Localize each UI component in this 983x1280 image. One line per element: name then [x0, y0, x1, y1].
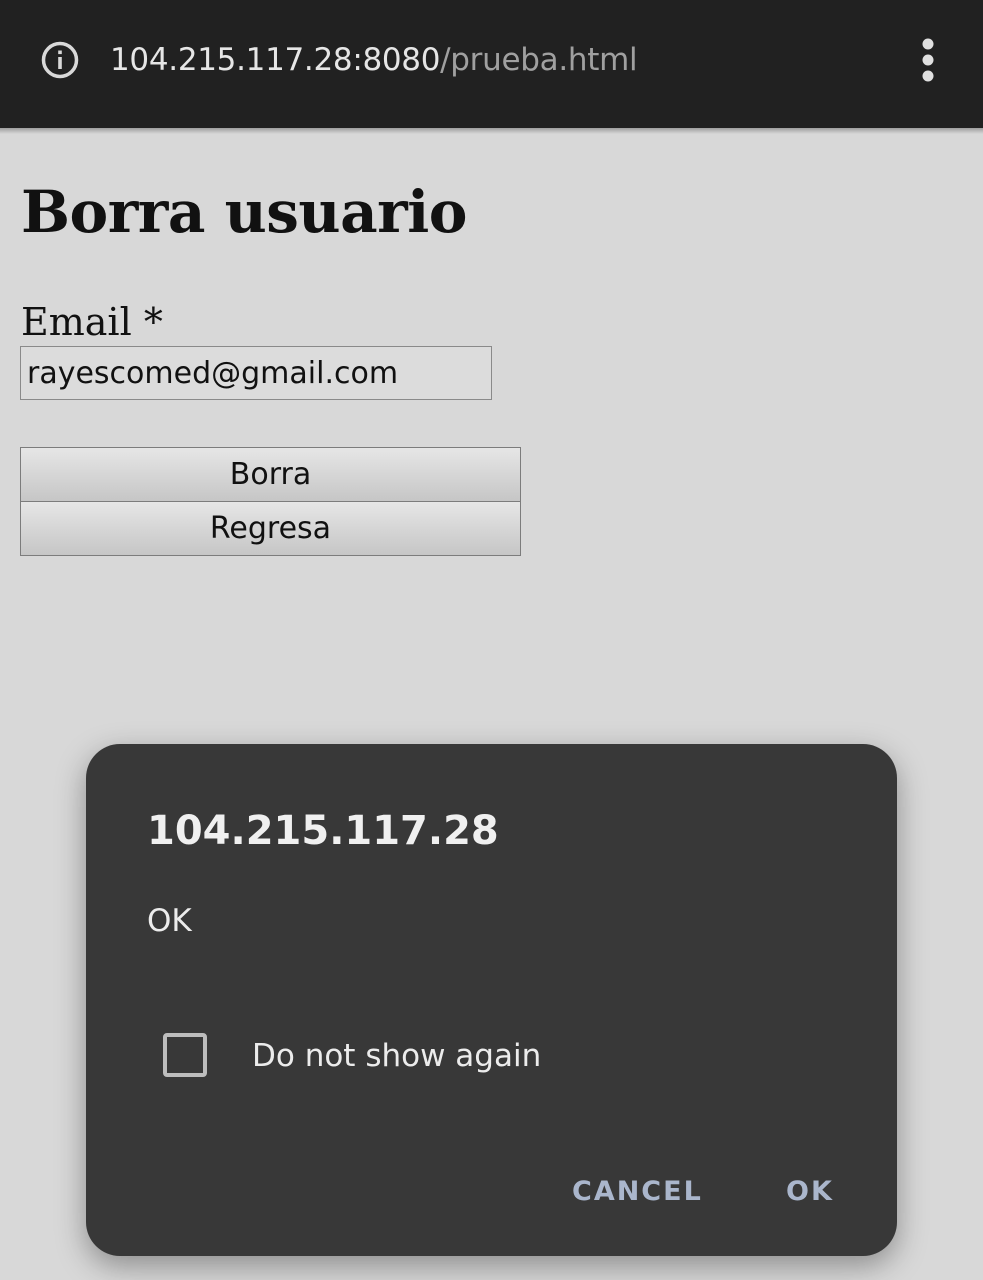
- dialog-message: OK: [147, 903, 192, 939]
- email-input[interactable]: [20, 346, 492, 400]
- info-circle-icon[interactable]: [40, 40, 80, 80]
- delete-button[interactable]: Borra: [20, 447, 521, 502]
- email-label: Email *: [21, 300, 163, 344]
- dialog-title: 104.215.117.28: [147, 808, 499, 854]
- back-button[interactable]: Regresa: [20, 501, 521, 556]
- more-vertical-icon[interactable]: [906, 36, 950, 84]
- url-bar-shadow: [0, 128, 983, 134]
- page-title: Borra usuario: [21, 178, 467, 246]
- checkbox-label[interactable]: Do not show again: [252, 1036, 541, 1076]
- do-not-show-again-checkbox[interactable]: [163, 1033, 207, 1077]
- url-text[interactable]: 104.215.117.28:8080/prueba.html: [110, 38, 638, 82]
- cancel-button[interactable]: CANCEL: [572, 1172, 703, 1212]
- alert-dialog: 104.215.117.28 OK Do not show again CANC…: [86, 744, 897, 1256]
- url-host: 104.215.117.28:8080: [110, 42, 441, 78]
- ok-button[interactable]: OK: [786, 1172, 834, 1212]
- browser-url-bar: 104.215.117.28:8080/prueba.html: [0, 0, 983, 128]
- url-path: /prueba.html: [440, 42, 638, 78]
